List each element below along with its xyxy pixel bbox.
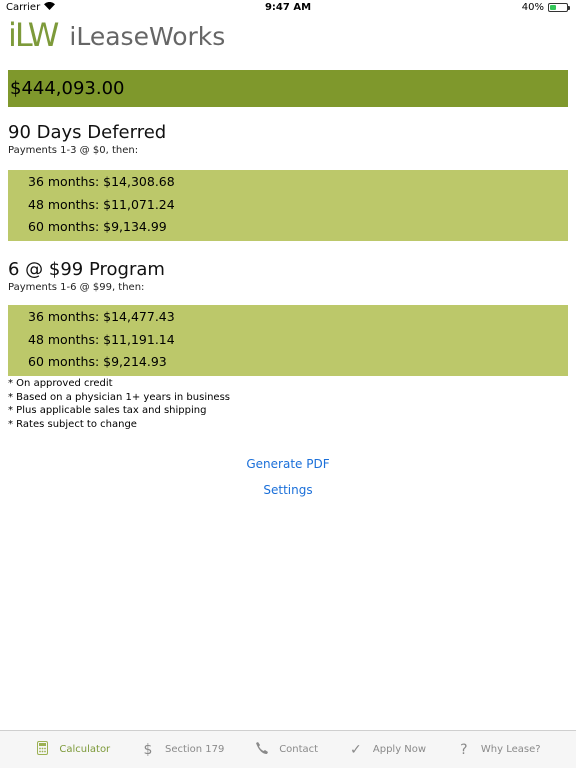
total-amount-bar: $444,093.00 [8,70,568,107]
question-icon: ? [460,741,468,758]
tab-bar: Calculator $ Section 179 Contact ✓ Apply… [0,730,576,768]
total-amount: $444,093.00 [10,78,125,99]
plan-subtitle: Payments 1-6 @ $99, then: [8,282,145,293]
plan-title: 90 Days Deferred [8,122,167,143]
note-item: * Rates subject to change [8,418,137,430]
rates-box: 36 months: $14,308.68 48 months: $11,071… [8,170,568,241]
tab-label: Apply Now [372,744,427,755]
status-time: 9:47 AM [264,2,312,13]
tab-apply-now[interactable]: ✓ Apply Now [349,742,426,758]
battery-percent: 40% [521,2,544,13]
rate-row: 36 months: $14,308.68 [28,174,175,189]
plan-subtitle: Payments 1-3 @ $0, then: [8,145,139,156]
rate-row: 48 months: $11,191.14 [28,331,175,347]
tab-calculator[interactable]: Calculator [35,740,111,759]
dollar-icon: $ [143,741,153,758]
app-logo: iLW iLeaseWorks [8,18,225,52]
generate-pdf-button[interactable]: Generate PDF [0,457,576,471]
plan-90-days-deferred: 90 Days Deferred Payments 1-3 @ $0, then… [8,122,568,241]
checkmark-icon: ✓ [350,741,362,758]
plan-title: 6 @ $99 Program [8,259,165,280]
battery-icon [548,3,570,12]
calculator-icon [35,740,49,759]
note-item: * On approved credit [8,378,113,389]
rates-box: 36 months: $14,477.43 48 months: $11,191… [8,305,568,376]
plan-6-at-99-program: 6 @ $99 Program Payments 1-6 @ $99, then… [8,259,568,376]
rate-row: 60 months: $9,214.93 [28,354,167,369]
disclaimer-notes: * On approved credit * Based on a physic… [8,377,230,431]
tab-label: Why Lease? [480,744,541,755]
phone-icon [255,741,269,759]
tab-label: Contact [279,744,319,755]
rate-row: 60 months: $9,134.99 [28,219,167,234]
rate-row: 36 months: $14,477.43 [28,309,175,324]
settings-button[interactable]: Settings [0,483,576,497]
tab-label: Calculator [59,744,111,755]
rate-row: 48 months: $11,071.24 [28,196,175,212]
tab-why-lease[interactable]: ? Why Lease? [457,741,541,758]
note-item: * Plus applicable sales tax and shipping [8,405,207,416]
battery-level [550,5,557,10]
note-item: * Based on a physician 1+ years in busin… [8,391,231,403]
tab-label: Section 179 [164,744,225,755]
logo-mark: iLW [8,16,59,54]
status-bar: Carrier 9:47 AM 40% [0,0,576,16]
tab-contact[interactable]: Contact [255,741,318,759]
tab-section-179[interactable]: $ Section 179 [141,741,225,758]
app-name: iLeaseWorks [69,22,226,51]
